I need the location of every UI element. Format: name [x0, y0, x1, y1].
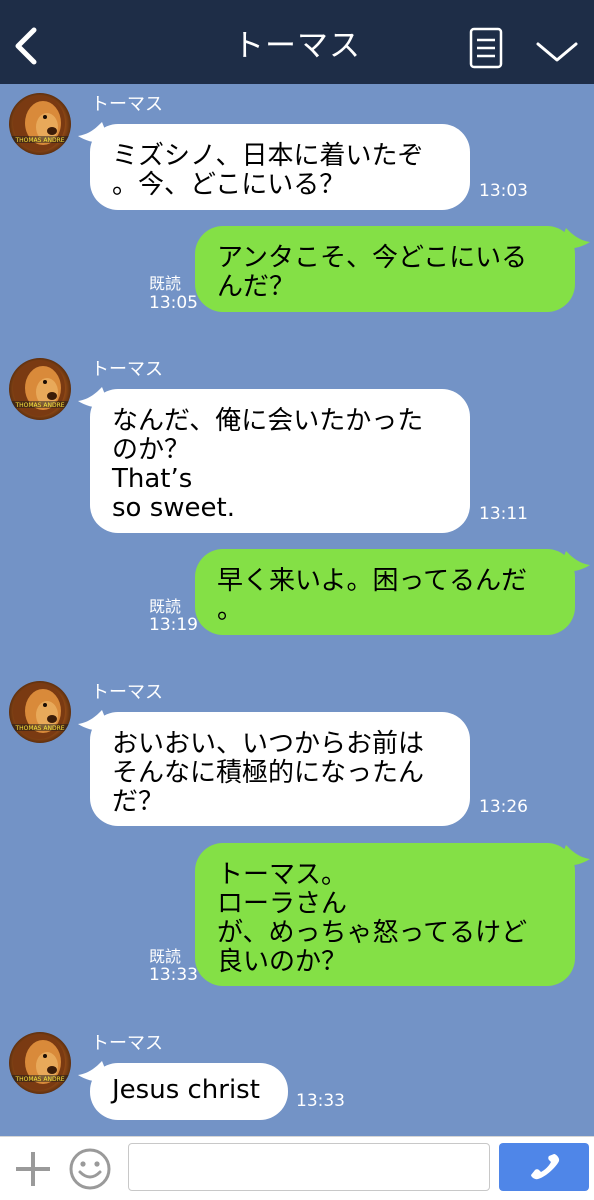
emoji-icon[interactable]	[68, 1147, 112, 1191]
read-receipt: 既読	[149, 274, 182, 293]
outgoing-message[interactable]: 早く来いよ。困ってるんだ 。	[195, 549, 575, 635]
call-button[interactable]	[499, 1143, 589, 1191]
incoming-message[interactable]: おいおい、いつからお前は そんなに積極的になったん だ？	[90, 712, 470, 826]
sender-name: トーマス	[91, 94, 163, 115]
contact-avatar[interactable]	[9, 1032, 71, 1094]
message-time: 13:11	[479, 504, 528, 524]
chevron-down-icon[interactable]	[534, 36, 580, 66]
plus-icon[interactable]	[14, 1150, 52, 1188]
incoming-message[interactable]: ミズシノ、日本に着いたぞ 。今、どこにいる？	[90, 124, 470, 210]
message-text: Jesus christ	[112, 1075, 260, 1105]
incoming-message[interactable]: なんだ、俺に会いたかった のか？ That’s so sweet.	[90, 389, 470, 533]
message-text: ミズシノ、日本に着いたぞ 。今、どこにいる？	[112, 141, 424, 200]
message-time: 13:19	[149, 615, 198, 635]
incoming-message[interactable]: Jesus christ	[90, 1063, 288, 1120]
outgoing-message[interactable]: トーマス。 ローラさん が、めっちゃ怒ってるけど 良いのか？	[195, 843, 575, 986]
message-time: 13:33	[149, 965, 198, 985]
message-time: 13:05	[149, 293, 198, 313]
contact-avatar[interactable]	[9, 358, 71, 420]
composer-bar	[0, 1136, 594, 1200]
message-time: 13:03	[479, 181, 528, 201]
sender-name: トーマス	[91, 359, 163, 380]
notes-icon[interactable]	[468, 27, 504, 69]
message-time: 13:26	[479, 797, 528, 817]
phone-icon	[531, 1154, 560, 1180]
message-text: 早く来いよ。困ってるんだ 。	[217, 566, 528, 625]
read-receipt: 既読	[149, 597, 182, 616]
contact-avatar[interactable]	[9, 681, 71, 743]
outgoing-message[interactable]: アンタこそ、今どこにいる んだ？	[195, 226, 575, 312]
message-text: なんだ、俺に会いたかった のか？ That’s so sweet.	[112, 406, 424, 523]
message-time: 13:33	[296, 1091, 345, 1111]
message-text: トーマス。 ローラさん が、めっちゃ怒ってるけど 良いのか？	[217, 860, 528, 977]
message-text: おいおい、いつからお前は そんなに積極的になったん だ？	[112, 729, 425, 817]
sender-name: トーマス	[91, 682, 163, 703]
message-input[interactable]	[128, 1143, 490, 1191]
contact-avatar[interactable]	[9, 93, 71, 155]
chat-title: トーマス	[233, 28, 361, 64]
message-text: アンタこそ、今どこにいる んだ？	[217, 243, 528, 302]
read-receipt: 既読	[149, 947, 182, 966]
sender-name: トーマス	[91, 1033, 163, 1054]
header-bar: トーマス	[0, 0, 594, 84]
